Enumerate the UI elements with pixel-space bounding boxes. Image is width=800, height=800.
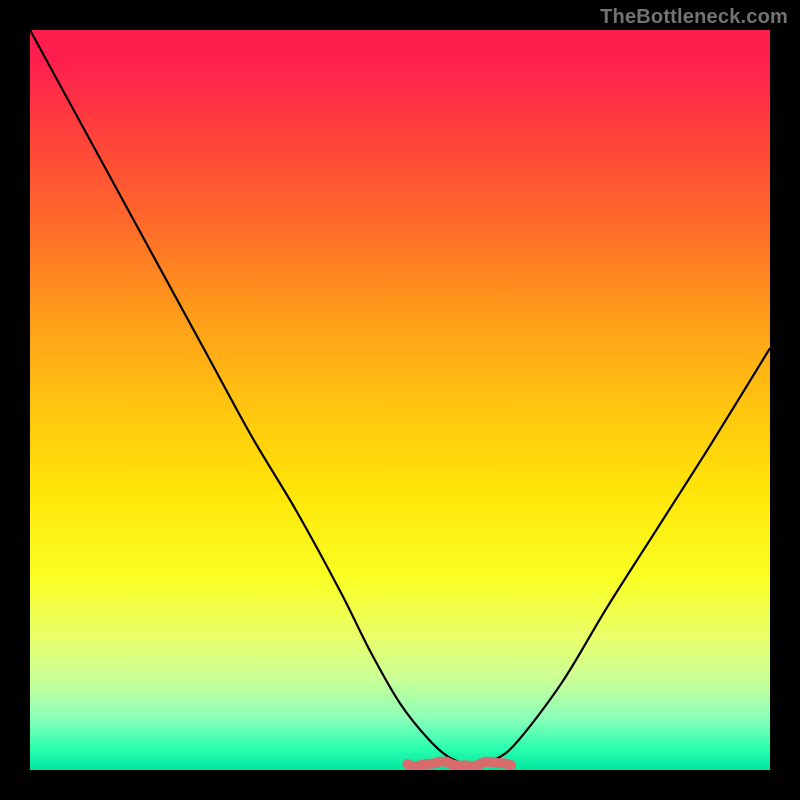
watermark-text: TheBottleneck.com — [600, 6, 788, 29]
chart-frame: TheBottleneck.com — [0, 0, 800, 800]
bottleneck-curve — [30, 30, 770, 764]
optimal-range-marker — [407, 762, 511, 767]
chart-svg — [30, 30, 770, 770]
plot-area — [30, 30, 770, 770]
